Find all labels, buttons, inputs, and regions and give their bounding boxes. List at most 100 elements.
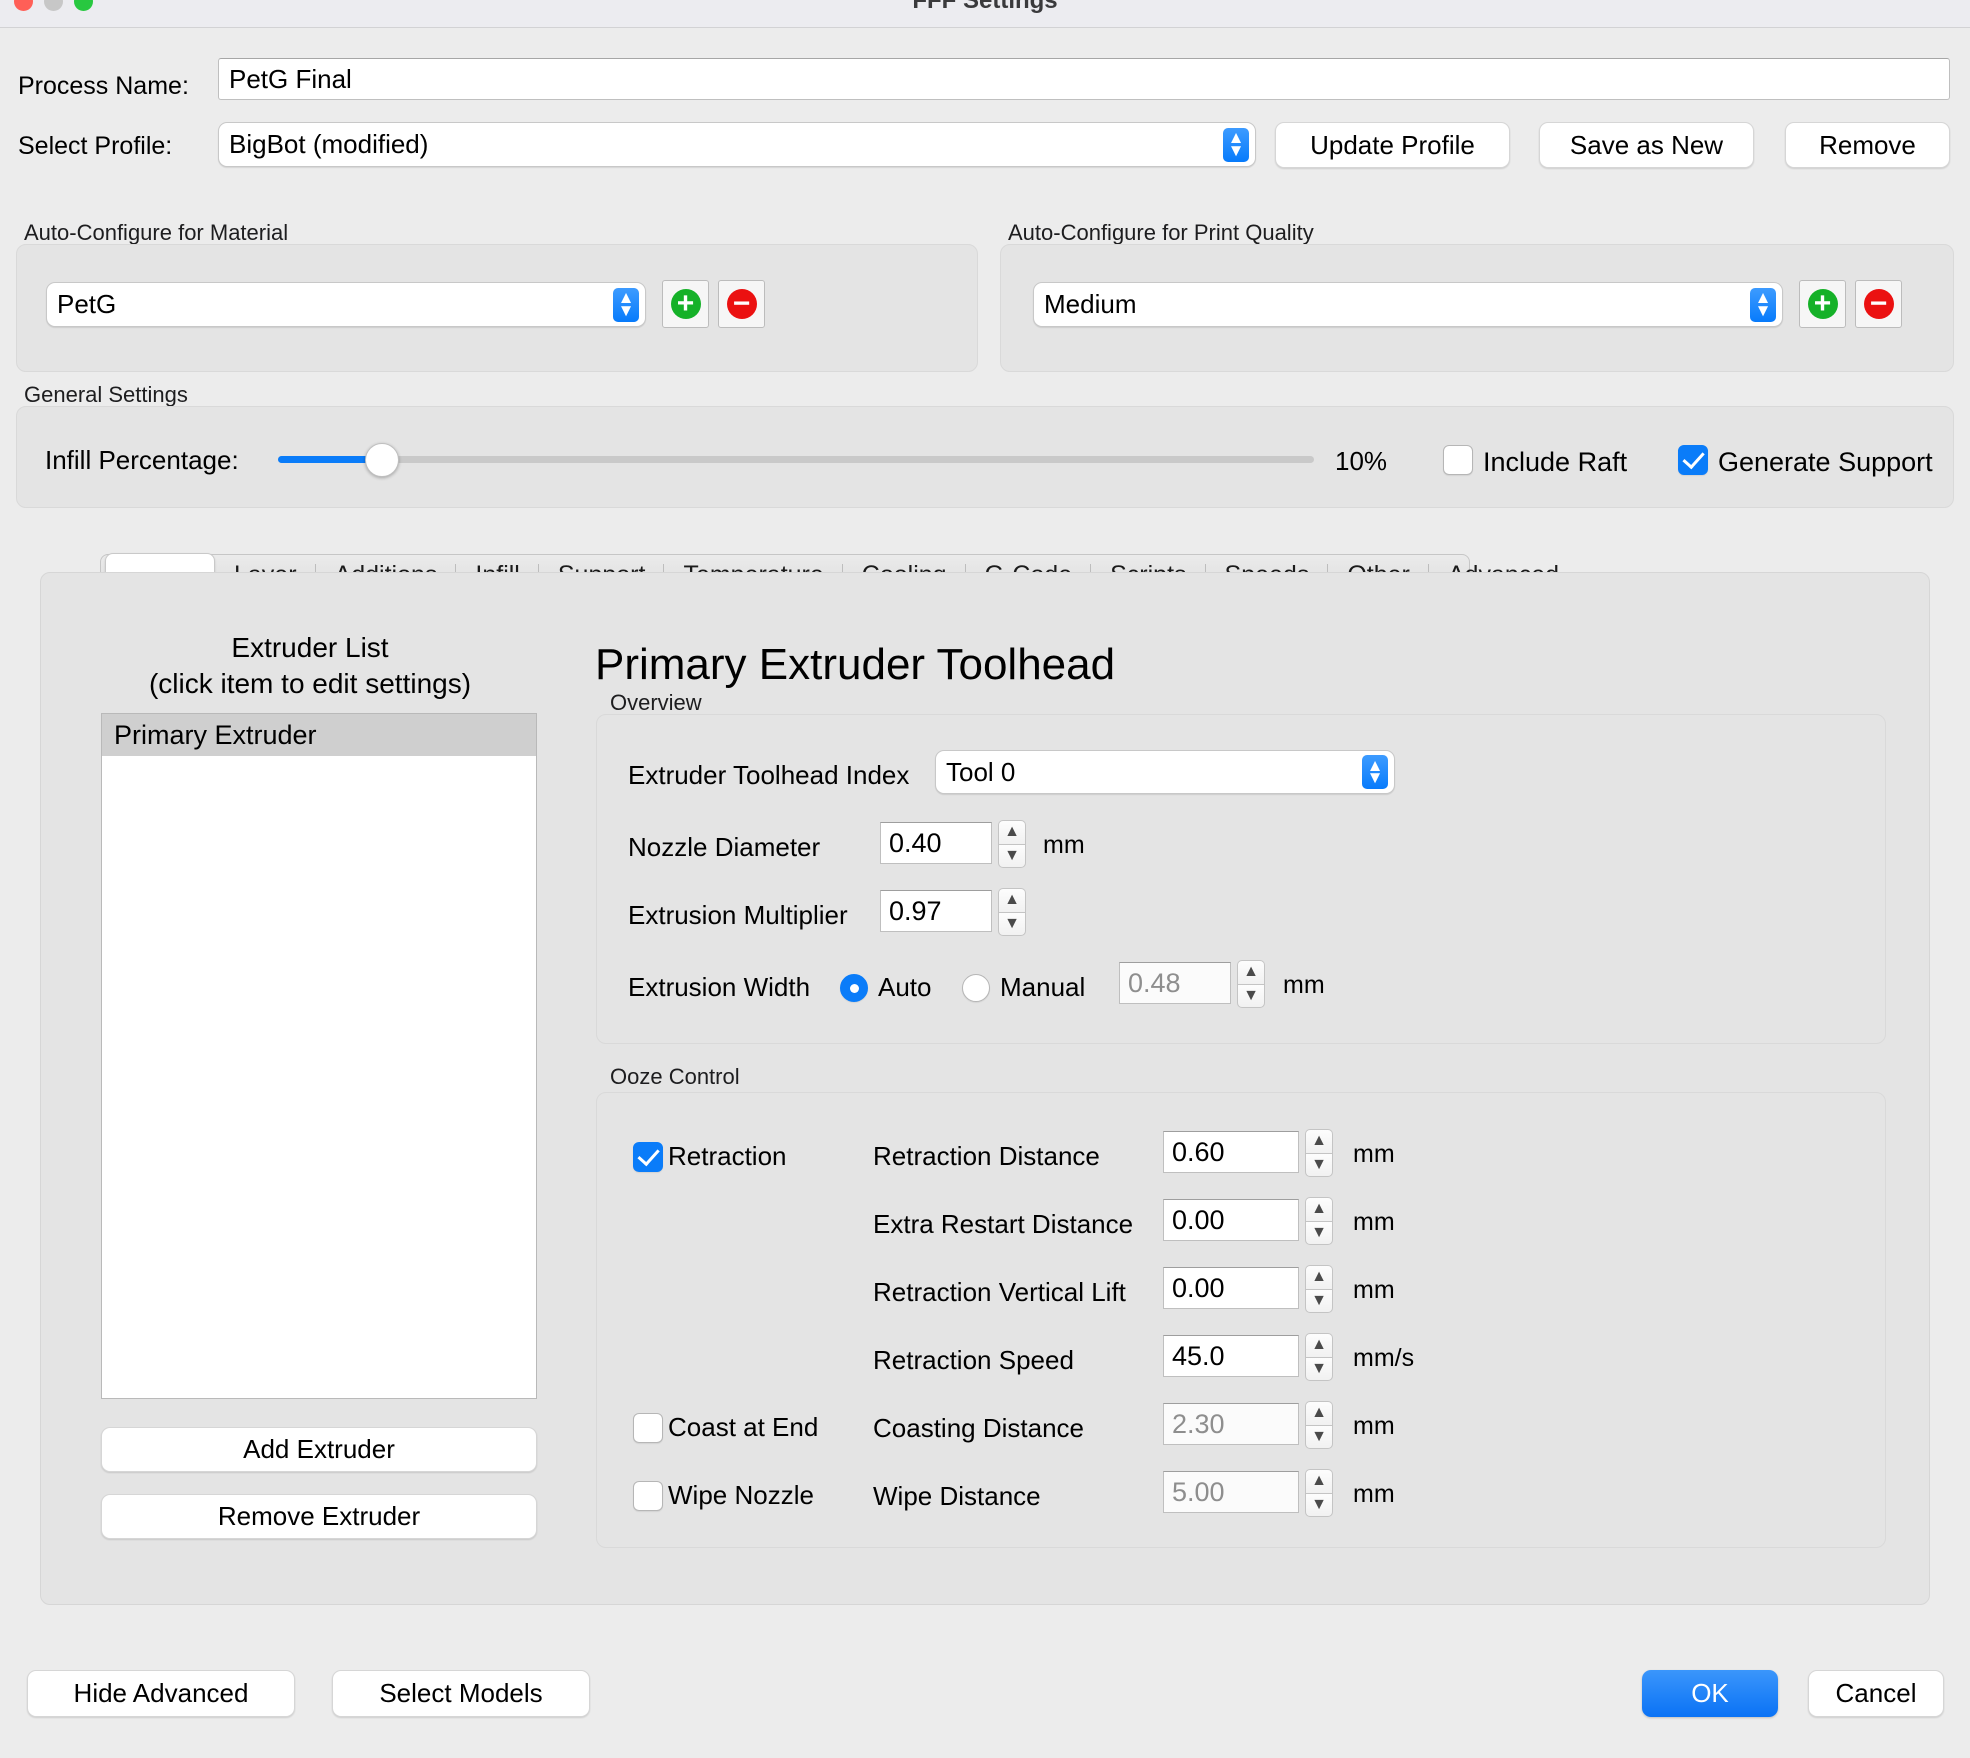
stepper-down-icon[interactable]: ▼ — [1305, 1356, 1333, 1381]
process-name-label: Process Name: — [18, 72, 189, 100]
include-raft-label: Include Raft — [1483, 447, 1628, 477]
process-name-input[interactable]: PetG Final — [218, 58, 1950, 100]
nozzle-diameter-unit: mm — [1043, 831, 1085, 859]
retraction-distance-unit: mm — [1353, 1140, 1395, 1168]
stepper-up-icon[interactable]: ▲ — [1305, 1265, 1333, 1289]
toolhead-index-dropdown[interactable]: Tool 0 ▲ ▼ — [935, 750, 1395, 794]
stepper-down-icon[interactable]: ▼ — [1237, 983, 1265, 1008]
wipe-distance-input[interactable]: 5.00 — [1163, 1471, 1299, 1513]
stepper-up-icon[interactable]: ▲ — [1305, 1333, 1333, 1357]
toolhead-index-label: Extruder Toolhead Index — [628, 760, 910, 790]
wipe-nozzle-label: Wipe Nozzle — [668, 1480, 814, 1510]
wipe-distance-label: Wipe Distance — [873, 1481, 1041, 1511]
remove-quality-button[interactable]: − — [1855, 280, 1902, 328]
stepper-up-icon[interactable]: ▲ — [998, 820, 1026, 844]
coasting-distance-input[interactable]: 2.30 — [1163, 1403, 1299, 1445]
stepper-down-icon[interactable]: ▼ — [1305, 1492, 1333, 1517]
retraction-distance-input[interactable]: 0.60 — [1163, 1131, 1299, 1173]
chevron-updown-icon: ▲ ▼ — [1362, 755, 1388, 789]
coast-at-end-checkbox[interactable] — [633, 1413, 663, 1443]
extrusion-multiplier-input[interactable]: 0.97 — [880, 890, 992, 932]
general-settings-title: General Settings — [24, 382, 188, 407]
overview-group-title: Overview — [610, 690, 702, 715]
include-raft-checkbox[interactable] — [1443, 445, 1473, 475]
retraction-speed-unit: mm/s — [1353, 1344, 1415, 1372]
stepper-up-icon[interactable]: ▲ — [1305, 1469, 1333, 1493]
extrusion-width-stepper[interactable]: ▲ ▼ — [1237, 960, 1265, 1008]
extrusion-multiplier-label: Extrusion Multiplier — [628, 900, 848, 930]
select-models-button[interactable]: Select Models — [332, 1670, 590, 1717]
select-profile-value: BigBot (modified) — [229, 129, 429, 159]
retraction-distance-label: Retraction Distance — [873, 1141, 1100, 1171]
material-dropdown[interactable]: PetG ▲ ▼ — [46, 282, 646, 327]
select-profile-dropdown[interactable]: BigBot (modified) ▲ ▼ — [218, 122, 1256, 167]
extruder-list-subtitle: (click item to edit settings) — [148, 668, 472, 699]
remove-extruder-button[interactable]: Remove Extruder — [101, 1494, 537, 1539]
minus-icon: − — [1863, 289, 1894, 319]
stepper-down-icon[interactable]: ▼ — [1305, 1220, 1333, 1245]
extrusion-multiplier-stepper[interactable]: ▲ ▼ — [998, 888, 1026, 936]
generate-support-checkbox[interactable] — [1678, 445, 1708, 475]
extrusion-width-input[interactable]: 0.48 — [1119, 962, 1231, 1004]
print-quality-dropdown[interactable]: Medium ▲ ▼ — [1033, 282, 1783, 327]
select-profile-label: Select Profile: — [18, 132, 173, 160]
infill-value: 10% — [1335, 446, 1388, 476]
extra-restart-distance-input[interactable]: 0.00 — [1163, 1199, 1299, 1241]
add-material-button[interactable]: + — [662, 280, 709, 328]
extrusion-width-manual-label: Manual — [1000, 972, 1086, 1002]
remove-material-button[interactable]: − — [718, 280, 765, 328]
extra-restart-distance-stepper[interactable]: ▲ ▼ — [1305, 1197, 1333, 1245]
nozzle-diameter-stepper[interactable]: ▲ ▼ — [998, 820, 1026, 868]
coasting-distance-stepper[interactable]: ▲ ▼ — [1305, 1401, 1333, 1449]
remove-profile-button[interactable]: Remove — [1785, 122, 1950, 168]
stepper-up-icon[interactable]: ▲ — [1305, 1197, 1333, 1221]
infill-percentage-label: Infill Percentage: — [45, 445, 239, 475]
cancel-button[interactable]: Cancel — [1808, 1670, 1944, 1717]
retraction-checkbox[interactable] — [633, 1142, 663, 1172]
stepper-down-icon[interactable]: ▼ — [998, 911, 1026, 936]
extrusion-width-manual-radio[interactable] — [962, 974, 990, 1002]
plus-icon: + — [670, 289, 701, 319]
wipe-distance-unit: mm — [1353, 1480, 1395, 1508]
wipe-nozzle-checkbox[interactable] — [633, 1481, 663, 1511]
stepper-up-icon[interactable]: ▲ — [1237, 960, 1265, 984]
infill-slider-knob[interactable] — [364, 443, 399, 477]
ok-button[interactable]: OK — [1642, 1670, 1778, 1717]
stepper-up-icon[interactable]: ▲ — [1305, 1401, 1333, 1425]
add-extruder-button[interactable]: Add Extruder — [101, 1427, 537, 1472]
coast-at-end-label: Coast at End — [668, 1412, 819, 1442]
retraction-speed-stepper[interactable]: ▲ ▼ — [1305, 1333, 1333, 1381]
coasting-distance-unit: mm — [1353, 1412, 1395, 1440]
add-quality-button[interactable]: + — [1799, 280, 1846, 328]
save-as-new-button[interactable]: Save as New — [1539, 122, 1754, 168]
infill-slider-track[interactable] — [278, 456, 1314, 463]
stepper-down-icon[interactable]: ▼ — [998, 843, 1026, 868]
update-profile-button[interactable]: Update Profile — [1275, 122, 1510, 168]
nozzle-diameter-input[interactable]: 0.40 — [880, 822, 992, 864]
window-title: FFF Settings — [912, 0, 1058, 14]
list-item[interactable]: Primary Extruder — [102, 714, 536, 756]
print-quality-value: Medium — [1044, 289, 1137, 319]
extruder-listbox[interactable]: Primary Extruder — [101, 713, 537, 1399]
stepper-up-icon[interactable]: ▲ — [998, 888, 1026, 912]
retraction-vertical-lift-unit: mm — [1353, 1276, 1395, 1304]
retraction-speed-label: Retraction Speed — [873, 1345, 1074, 1375]
minus-icon: − — [726, 289, 757, 319]
retraction-distance-stepper[interactable]: ▲ ▼ — [1305, 1129, 1333, 1177]
extrusion-width-unit: mm — [1283, 971, 1325, 999]
stepper-up-icon[interactable]: ▲ — [1305, 1129, 1333, 1153]
retraction-vertical-lift-stepper[interactable]: ▲ ▼ — [1305, 1265, 1333, 1313]
stepper-down-icon[interactable]: ▼ — [1305, 1288, 1333, 1313]
coasting-distance-label: Coasting Distance — [873, 1413, 1084, 1443]
stepper-down-icon[interactable]: ▼ — [1305, 1424, 1333, 1449]
extrusion-width-auto-radio[interactable] — [840, 974, 868, 1002]
wipe-distance-stepper[interactable]: ▲ ▼ — [1305, 1469, 1333, 1517]
ooze-control-group-title: Ooze Control — [610, 1064, 740, 1089]
hide-advanced-button[interactable]: Hide Advanced — [27, 1670, 295, 1717]
retraction-speed-input[interactable]: 45.0 — [1163, 1335, 1299, 1377]
plus-icon: + — [1807, 289, 1838, 319]
stepper-down-icon[interactable]: ▼ — [1305, 1152, 1333, 1177]
toolhead-index-value: Tool 0 — [946, 756, 1016, 787]
retraction-vertical-lift-input[interactable]: 0.00 — [1163, 1267, 1299, 1309]
extruder-list-title: Extruder List — [231, 632, 389, 663]
